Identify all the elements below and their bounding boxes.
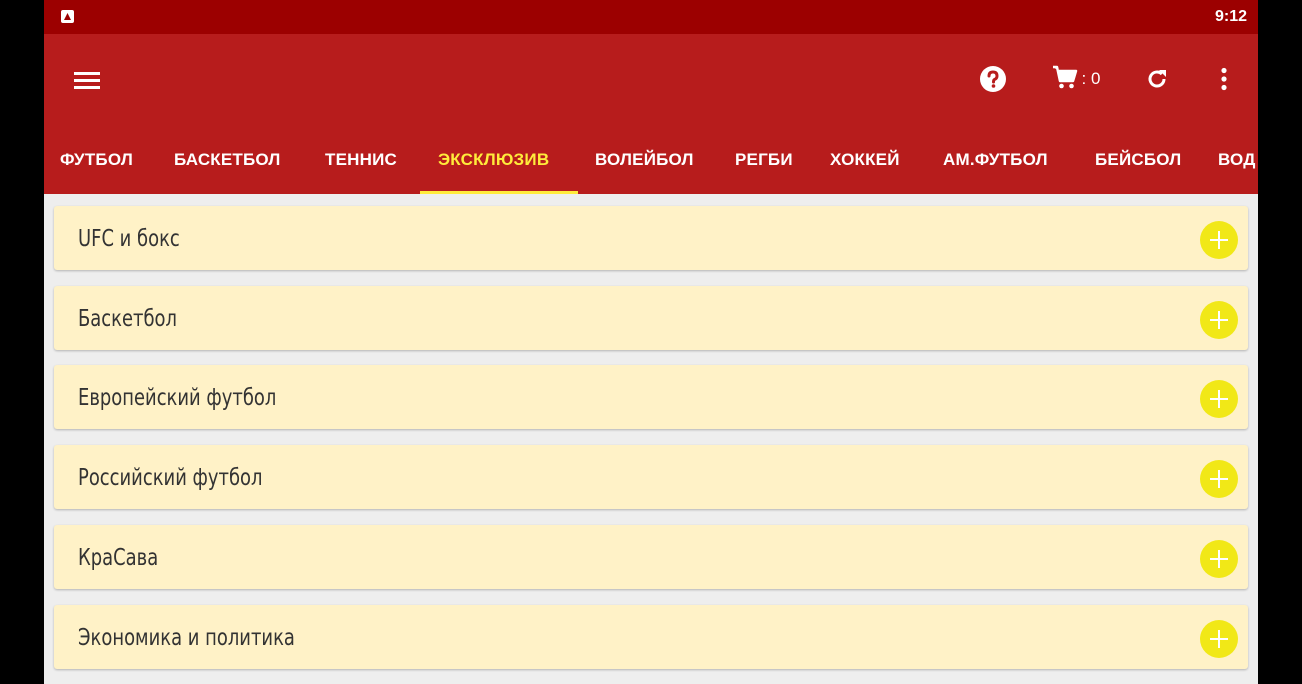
tab-water-truncated[interactable]: ВОД (1218, 126, 1256, 194)
category-label: Российский футбол (78, 465, 263, 491)
category-label: Экономика и политика (78, 625, 295, 651)
category-item[interactable]: Российский футбол (54, 445, 1248, 509)
app-screen: 9:12 : 0 ФУТБОЛ БАСКЕТБОЛ ТЕННИС ЭКСКЛЮЗ… (44, 0, 1258, 684)
cart-count: : 0 (1081, 69, 1101, 88)
tab-hockey[interactable]: ХОККЕЙ (830, 126, 900, 194)
category-label: КраСава (78, 545, 159, 571)
tab-basketball[interactable]: БАСКЕТБОЛ (174, 126, 281, 194)
add-icon[interactable] (1200, 460, 1238, 498)
app-toolbar: : 0 (44, 34, 1258, 126)
category-item[interactable]: Европейский футбол (54, 365, 1248, 429)
category-item[interactable]: КраСава (54, 525, 1248, 589)
status-bar: 9:12 (44, 0, 1258, 34)
tab-american-football[interactable]: АМ.ФУТБОЛ (943, 126, 1048, 194)
add-icon[interactable] (1200, 221, 1238, 259)
tab-volleyball[interactable]: ВОЛЕЙБОЛ (595, 126, 694, 194)
category-item[interactable]: Экономика и политика (54, 605, 1248, 669)
app-notification-icon (61, 10, 74, 23)
add-icon[interactable] (1200, 301, 1238, 339)
category-label: Баскетбол (78, 306, 177, 332)
status-time: 9:12 (1214, 8, 1247, 25)
menu-icon[interactable] (72, 68, 102, 92)
add-icon[interactable] (1200, 540, 1238, 578)
sport-tabs: ФУТБОЛ БАСКЕТБОЛ ТЕННИС ЭКСКЛЮЗИВ ВОЛЕЙБ… (44, 126, 1258, 194)
category-label: Европейский футбол (78, 385, 277, 411)
add-icon[interactable] (1200, 380, 1238, 418)
cart-icon (1052, 64, 1078, 95)
more-options-icon[interactable] (1212, 64, 1236, 94)
tab-exclusive[interactable]: ЭКСКЛЮЗИВ (438, 126, 549, 194)
category-item[interactable]: UFC и бокс (54, 206, 1248, 270)
tab-football[interactable]: ФУТБОЛ (60, 126, 133, 194)
refresh-icon[interactable] (1142, 64, 1172, 94)
cart-button[interactable]: : 0 (1044, 64, 1108, 94)
help-icon[interactable] (978, 64, 1008, 94)
tab-rugby[interactable]: РЕГБИ (735, 126, 793, 194)
tab-tennis[interactable]: ТЕННИС (325, 126, 397, 194)
tab-baseball[interactable]: БЕЙСБОЛ (1095, 126, 1181, 194)
category-item[interactable]: Баскетбол (54, 286, 1248, 350)
add-icon[interactable] (1200, 620, 1238, 658)
active-tab-indicator (420, 191, 578, 194)
category-label: UFC и бокс (78, 226, 180, 252)
